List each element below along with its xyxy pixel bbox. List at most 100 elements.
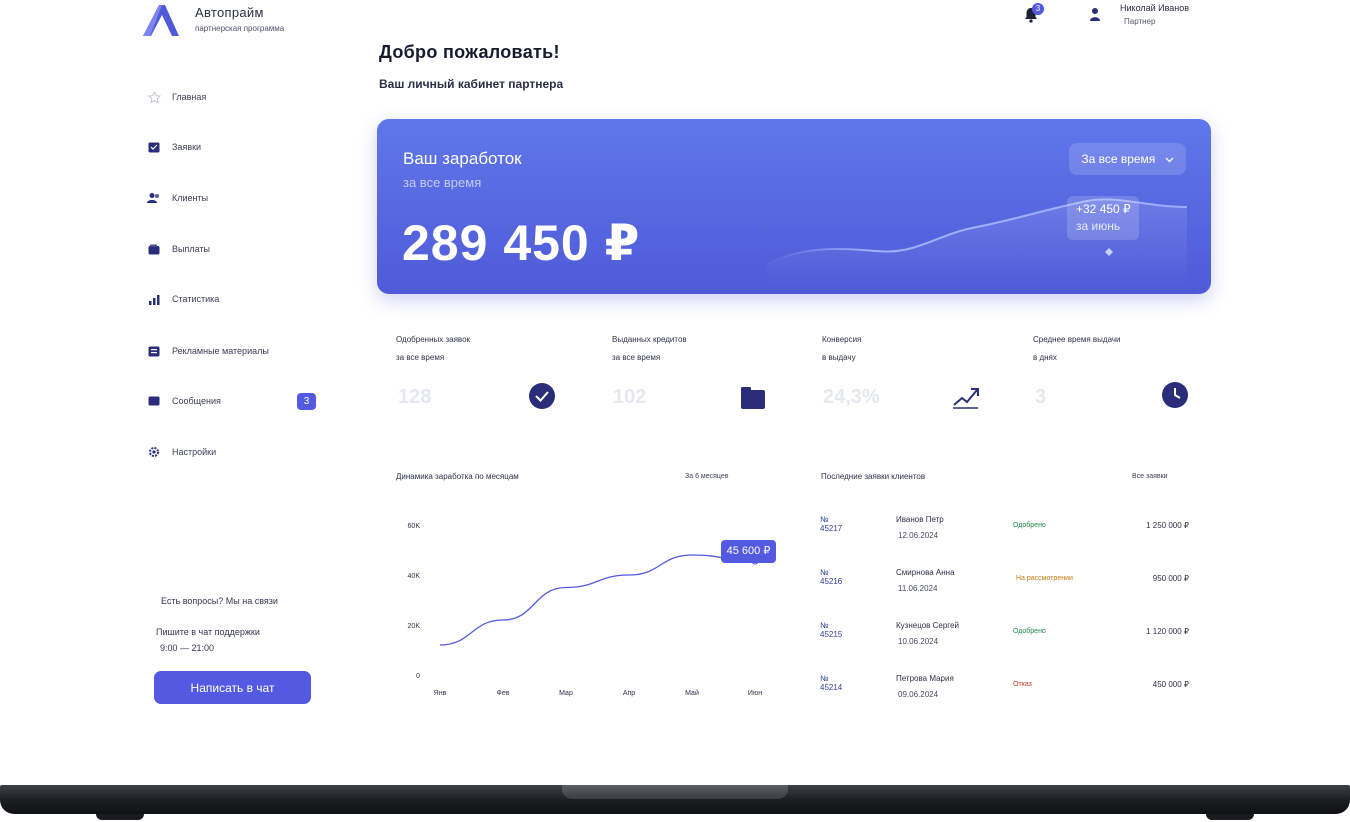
sidebar-item-promo-materials[interactable]: Рекламные материалы	[144, 340, 324, 362]
sidebar-item-statistics[interactable]: Статистика	[144, 288, 324, 310]
x-tick-label: Янв	[434, 690, 447, 697]
app-amount: 1 120 000 ₽	[1146, 627, 1189, 636]
earnings-line-chart: 60K 40K 20K 0 Янв Фев Мар Апр Май Июн	[408, 523, 763, 697]
star-icon	[146, 90, 162, 104]
folder-icon	[741, 387, 765, 409]
stat-value: 102	[613, 386, 647, 408]
status-badge: Одобрено	[1013, 628, 1046, 635]
earnings-subtitle: за все время	[403, 175, 482, 190]
stat-value: 3	[1035, 386, 1047, 408]
stat-label: Одобренных заявок за все время	[396, 335, 471, 362]
write-to-chat-button[interactable]: Написать в чат	[154, 671, 311, 704]
client-name: Смирнова Анна	[896, 568, 955, 577]
notification-badge: 3	[1032, 3, 1044, 15]
x-tick-label: Апр	[623, 690, 635, 697]
file-icon	[146, 344, 162, 358]
stat-conversion: Конверсия в выдачу	[822, 331, 972, 367]
app-date: 09.06.2024	[898, 690, 939, 699]
stat-label: Выданных кредитов за все время	[612, 335, 687, 362]
app-id: № 45214	[820, 674, 843, 692]
app-date: 12.06.2024	[898, 531, 939, 540]
chart-tooltip: 45 600 ₽	[721, 540, 776, 563]
status-badge: На рассмотрении	[1016, 575, 1073, 582]
stat-approved: Одобренных заявок за все время	[396, 331, 546, 367]
support-question: Есть вопросы? Мы на связи	[161, 596, 278, 606]
stat-value: 128	[398, 386, 432, 408]
app-amount: 450 000 ₽	[1152, 680, 1189, 689]
support-text: Пишите в чат поддержки	[156, 627, 260, 637]
stat-label: Среднее время выдачи в днях	[1033, 335, 1121, 362]
stat-value: 24,3%	[823, 386, 880, 408]
sidebar-item-label: Главная	[172, 92, 207, 102]
laptop-notch	[562, 785, 788, 799]
users-icon	[146, 191, 162, 205]
document-icon	[146, 140, 162, 154]
check-circle-icon	[529, 383, 555, 409]
brand-tagline: партнерская программа	[195, 24, 285, 33]
bar-chart-icon	[146, 292, 162, 306]
user-role: Партнер	[1124, 17, 1156, 26]
status-badge: Одобрено	[1013, 522, 1046, 529]
y-tick-label: 40K	[408, 573, 421, 580]
y-tick-label: 0	[416, 673, 420, 680]
chevron-down-icon	[1165, 157, 1174, 163]
chart-period-select[interactable]: За 6 месяцев	[685, 473, 728, 480]
earnings-tooltip-label: за июнь	[1076, 219, 1121, 233]
clock-icon	[1162, 382, 1188, 408]
y-tick-label: 60K	[408, 523, 421, 530]
sidebar-item-label: Настройки	[172, 447, 217, 457]
earnings-tooltip: +32 450 ₽ за июнь	[1067, 196, 1139, 240]
x-tick-label: Фев	[497, 690, 510, 697]
sidebar-item-label: Клиенты	[172, 193, 209, 203]
support-hours: 9:00 — 21:00	[160, 643, 215, 653]
period-select-label: За все время	[1081, 152, 1156, 166]
client-name: Петрова Мария	[896, 674, 954, 683]
period-select[interactable]: За все время	[1069, 143, 1186, 175]
app-amount: 950 000 ₽	[1152, 574, 1189, 583]
mail-icon	[146, 394, 162, 408]
sidebar-item-payouts[interactable]: Выплаты	[144, 238, 324, 260]
brand-name: Автопрайм	[195, 5, 264, 20]
page-subtitle: Ваш личный кабинет партнера	[379, 77, 564, 91]
all-applications-link[interactable]: Все заявки	[1132, 473, 1168, 480]
logo-icon	[143, 5, 179, 36]
sidebar-item-home[interactable]: Главная	[144, 86, 324, 108]
series-line	[439, 554, 756, 646]
app-date: 10.06.2024	[898, 637, 939, 646]
sidebar-item-label: Статистика	[172, 294, 220, 304]
earnings-title: Ваш заработок	[403, 149, 522, 168]
user-name[interactable]: Николай Иванов	[1120, 3, 1189, 13]
client-name: Кузнецов Сергей	[896, 621, 959, 630]
chart-title: Динамика заработка по месяцам	[396, 472, 519, 481]
stat-loans: Выданных кредитов за все время	[612, 331, 762, 367]
client-name: Иванов Петр	[896, 515, 944, 524]
sidebar-item-clients[interactable]: Клиенты	[144, 187, 324, 209]
sidebar-item-label: Выплаты	[172, 244, 210, 254]
status-badge: Отказ	[1013, 681, 1032, 688]
sidebar-item-label: Рекламные материалы	[172, 346, 269, 356]
stat-label: Конверсия в выдачу	[822, 335, 862, 362]
x-tick-label: Июн	[748, 690, 762, 697]
wallet-icon	[146, 242, 162, 256]
laptop-foot	[1206, 814, 1254, 820]
sidebar-item-settings[interactable]: Настройки	[144, 441, 324, 463]
page-title: Добро пожаловать!	[379, 42, 560, 62]
applications-title: Последние заявки клиентов	[821, 472, 926, 481]
messages-count-badge: 3	[297, 393, 316, 410]
sidebar-item-applications[interactable]: Заявки	[144, 136, 324, 158]
app-amount: 1 250 000 ₽	[1146, 521, 1189, 530]
trend-up-icon	[953, 388, 979, 409]
earnings-card: Ваш заработок за все время 289 450 ₽ За …	[377, 119, 1211, 294]
app-id: № 45217	[820, 515, 843, 533]
avatar[interactable]	[1090, 7, 1100, 21]
app-id: № 45216	[820, 568, 843, 586]
app-id: № 45215	[820, 621, 843, 639]
x-tick-label: Май	[685, 689, 699, 697]
gear-icon	[146, 445, 162, 459]
app-date: 11.06.2024	[898, 584, 938, 593]
sidebar-item-label: Заявки	[172, 142, 202, 152]
earnings-tooltip-value: +32 450 ₽	[1076, 202, 1131, 216]
sidebar-item-label: Сообщения	[172, 396, 221, 406]
laptop-foot	[96, 814, 144, 820]
stat-time: Среднее время выдачи в днях	[1033, 331, 1183, 367]
